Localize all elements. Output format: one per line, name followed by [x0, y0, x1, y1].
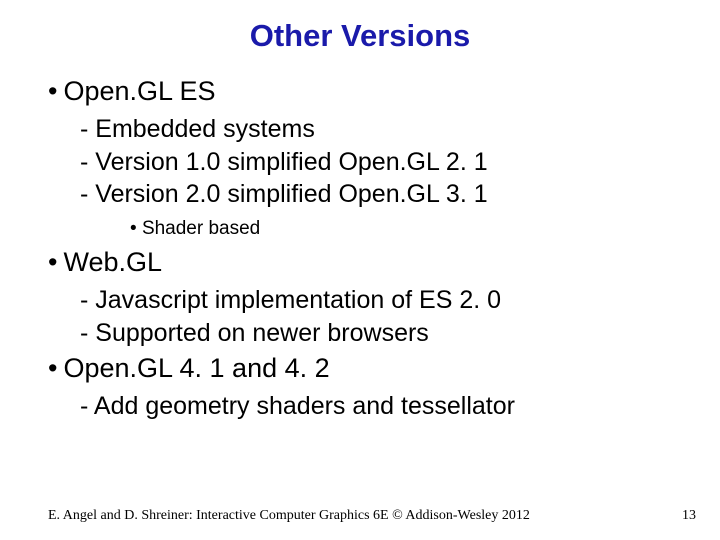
- bullet-opengl-es: Open.GL ES: [48, 76, 720, 107]
- sub-item: Add geometry shaders and tessellator: [80, 390, 720, 423]
- sublist-opengl-4: Add geometry shaders and tessellator: [48, 390, 720, 423]
- bullet-webgl: Web.GL: [48, 247, 720, 278]
- page-number: 13: [682, 508, 696, 524]
- sublist-webgl: Javascript implementation of ES 2. 0 Sup…: [48, 284, 720, 349]
- sub-bullet-shader: Shader based: [80, 217, 720, 242]
- sub-item: Embedded systems: [80, 113, 720, 146]
- sub-item: Supported on newer browsers: [80, 317, 720, 350]
- slide-content: Open.GL ES Embedded systems Version 1.0 …: [0, 76, 720, 423]
- footer-citation: E. Angel and D. Shreiner: Interactive Co…: [48, 508, 530, 524]
- slide-title: Other Versions: [0, 18, 720, 54]
- sub-item: Javascript implementation of ES 2. 0: [80, 284, 720, 317]
- bullet-opengl-4: Open.GL 4. 1 and 4. 2: [48, 353, 720, 384]
- sub-item: Version 2.0 simplified Open.GL 3. 1: [80, 178, 720, 211]
- sublist-opengl-es: Embedded systems Version 1.0 simplified …: [48, 113, 720, 241]
- sub-item: Version 1.0 simplified Open.GL 2. 1: [80, 146, 720, 179]
